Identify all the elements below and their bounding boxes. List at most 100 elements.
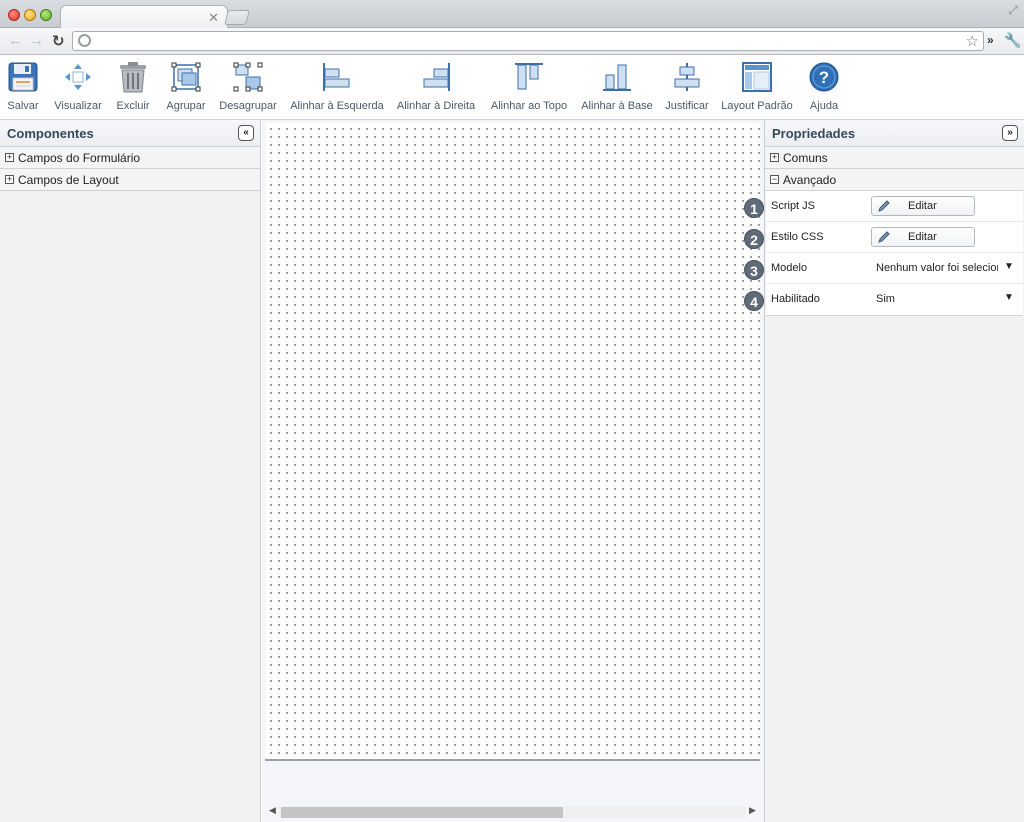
components-panel: Componentes « + Campos do Formulário + C… xyxy=(0,120,261,822)
fullscreen-icon[interactable]: ⤢ xyxy=(1008,3,1018,18)
floppy-disk-icon xyxy=(5,59,41,95)
design-area: ◀ ▶ xyxy=(262,120,764,822)
browser-tabstrip: ✕ ⤢ xyxy=(0,0,1024,29)
move-arrows-icon xyxy=(60,59,96,95)
pencil-icon xyxy=(878,231,890,243)
justify-button[interactable]: Justificar xyxy=(664,59,710,117)
dropdown-arrow-icon[interactable]: ▼ xyxy=(1004,292,1014,303)
globe-icon xyxy=(78,34,91,47)
property-row-css: Estilo CSS Editar xyxy=(766,222,1023,253)
callout-badge: 1 xyxy=(744,198,764,218)
scroll-thumb[interactable] xyxy=(281,807,563,818)
property-row-model: Modelo Nenhum valor foi selecionado ▼ xyxy=(766,253,1023,284)
help-button[interactable]: ? Ajuda xyxy=(805,59,843,117)
group-label: Campos do Formulário xyxy=(18,151,141,165)
enabled-select[interactable]: Sim xyxy=(876,293,998,305)
group-label: Agrupar xyxy=(166,100,206,112)
tab-close-icon[interactable]: ✕ xyxy=(208,10,219,26)
edit-label: Editar xyxy=(908,200,937,212)
default-layout-button[interactable]: Layout Padrão xyxy=(720,59,794,117)
design-canvas[interactable] xyxy=(265,123,760,761)
ungroup-button[interactable]: Desagrupar xyxy=(218,59,278,117)
group-common[interactable]: + Comuns xyxy=(765,147,1024,169)
group-form-fields[interactable]: + Campos do Formulário xyxy=(0,147,260,169)
expand-icon[interactable]: + xyxy=(5,175,14,184)
expand-icon[interactable]: + xyxy=(5,153,14,162)
address-bar[interactable]: ☆ xyxy=(72,31,984,51)
default-layout-label: Layout Padrão xyxy=(721,100,793,112)
dropdown-arrow-icon[interactable]: ▼ xyxy=(1004,261,1014,272)
edit-label: Editar xyxy=(908,231,937,243)
property-label: Estilo CSS xyxy=(771,231,824,243)
bookmark-star-icon[interactable]: ☆ xyxy=(966,32,979,50)
align-right-button[interactable]: Alinhar à Direita xyxy=(395,59,477,117)
back-icon[interactable]: ← xyxy=(8,32,23,49)
ungroup-label: Desagrupar xyxy=(219,100,277,112)
save-label: Salvar xyxy=(7,100,39,112)
align-bottom-icon xyxy=(599,59,635,95)
group-layout-fields[interactable]: + Campos de Layout xyxy=(0,169,260,191)
property-label: Modelo xyxy=(771,262,808,274)
collapse-left-button[interactable]: « xyxy=(238,125,254,141)
help-label: Ajuda xyxy=(809,100,839,112)
group-icon xyxy=(168,59,204,95)
expand-icon[interactable]: + xyxy=(770,153,779,162)
collapse-icon[interactable]: − xyxy=(770,175,779,184)
group-button[interactable]: Agrupar xyxy=(163,59,209,117)
horizontal-scrollbar[interactable]: ◀ ▶ xyxy=(265,804,760,820)
zoom-window-button[interactable] xyxy=(40,9,52,21)
align-left-icon xyxy=(319,59,355,95)
edit-css-button[interactable]: Editar xyxy=(871,227,975,247)
edit-script-button[interactable]: Editar xyxy=(871,196,975,216)
group-advanced[interactable]: − Avançado xyxy=(765,169,1024,191)
minimize-window-button[interactable] xyxy=(24,9,36,21)
browser-tab[interactable]: ✕ xyxy=(60,5,228,29)
preview-button[interactable]: Visualizar xyxy=(53,59,103,117)
group-label: Avançado xyxy=(783,173,837,187)
model-select[interactable]: Nenhum valor foi selecionado xyxy=(876,262,998,274)
collapse-right-button[interactable]: » xyxy=(1002,125,1018,141)
components-header: Componentes « xyxy=(0,120,260,147)
forward-icon[interactable]: → xyxy=(29,32,44,49)
trash-can-icon xyxy=(115,59,151,95)
align-bottom-button[interactable]: Alinhar à Base xyxy=(581,59,653,117)
new-tab-button[interactable] xyxy=(223,10,251,25)
properties-grid: Script JS Editar Estilo CSS Editar Model… xyxy=(766,191,1023,316)
panel-title: Componentes xyxy=(7,126,94,141)
group-label: Comuns xyxy=(783,151,828,165)
delete-button[interactable]: Excluir xyxy=(114,59,152,117)
align-bottom-label: Alinhar à Base xyxy=(581,100,653,112)
scroll-right-icon[interactable]: ▶ xyxy=(749,805,756,816)
justify-label: Justificar xyxy=(665,100,709,112)
question-circle-icon: ? xyxy=(806,59,842,95)
browser-navbar: ← → ↻ ☆ » 🔧 xyxy=(0,28,1024,55)
align-top-icon xyxy=(511,59,547,95)
wrench-icon[interactable]: 🔧 xyxy=(1004,32,1021,49)
align-right-icon xyxy=(418,59,454,95)
align-left-label: Alinhar à Esquerda xyxy=(290,100,384,112)
layout-icon xyxy=(739,59,775,95)
callout-badge: 3 xyxy=(744,260,764,280)
property-label: Habilitado xyxy=(771,293,820,305)
align-top-label: Alinhar ao Topo xyxy=(490,100,568,112)
align-top-button[interactable]: Alinhar ao Topo xyxy=(488,59,570,117)
group-label: Campos de Layout xyxy=(18,173,119,187)
reload-icon[interactable]: ↻ xyxy=(52,32,65,50)
svg-text:?: ? xyxy=(819,68,829,87)
panel-title: Propriedades xyxy=(772,126,856,141)
extensions-chevron-icon[interactable]: » xyxy=(987,33,994,47)
callout-badge: 4 xyxy=(744,291,764,311)
scroll-left-icon[interactable]: ◀ xyxy=(269,805,276,816)
app-toolbar: Salvar Visualizar Excluir Agrupar Desagr… xyxy=(0,55,1024,120)
align-right-label: Alinhar à Direita xyxy=(396,100,476,112)
property-row-enabled: Habilitado Sim ▼ xyxy=(766,284,1023,315)
property-row-script-js: Script JS Editar xyxy=(766,191,1023,222)
pencil-icon xyxy=(878,200,890,212)
save-button[interactable]: Salvar xyxy=(4,59,42,117)
ungroup-icon xyxy=(230,59,266,95)
callout-badge: 2 xyxy=(744,229,764,249)
close-window-button[interactable] xyxy=(8,9,20,21)
align-left-button[interactable]: Alinhar à Esquerda xyxy=(290,59,384,117)
properties-header: Propriedades » xyxy=(765,120,1024,147)
preview-label: Visualizar xyxy=(54,100,102,112)
